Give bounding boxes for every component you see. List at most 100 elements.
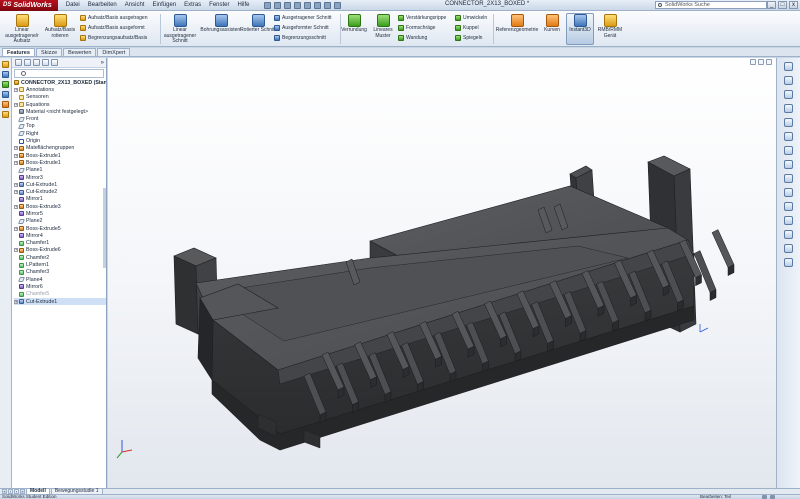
tree-item[interactable]: + Boss-Extrude3 [14, 203, 106, 210]
menu-tools[interactable]: Extras [180, 0, 205, 11]
boss-boundary-button[interactable]: Begrenzungsaufsatz/Basis [80, 34, 147, 42]
reference-geometry-button[interactable]: Referenzgeometrie [494, 14, 540, 34]
tree-item[interactable]: + Boss-Extrude5 [14, 225, 106, 232]
tree-item[interactable]: + Equations [14, 101, 106, 108]
spline-icon[interactable] [784, 202, 793, 211]
tree-item[interactable]: + Boss-Extrude6 [14, 247, 106, 254]
menu-file[interactable]: Datei [62, 0, 84, 11]
mirror-button[interactable]: Spiegeln [455, 34, 482, 42]
lofted-cut-button[interactable]: Ausgeformter Schnitt [274, 24, 329, 32]
circle-icon[interactable] [2, 91, 9, 98]
expand-icon[interactable]: + [14, 204, 18, 209]
tree-scrollbar[interactable] [103, 188, 106, 268]
view-palette-icon[interactable] [784, 118, 793, 127]
expand-icon[interactable]: + [14, 102, 18, 107]
configuration-tab-icon[interactable] [33, 59, 40, 66]
view-orientation-icon[interactable] [766, 59, 772, 65]
menu-view[interactable]: Ansicht [121, 0, 149, 11]
expand-icon[interactable]: + [14, 160, 18, 165]
tree-item[interactable]: + Cut-Extrude1 [14, 297, 106, 306]
select-icon[interactable] [313, 1, 321, 9]
property-manager-tab-icon[interactable] [24, 59, 31, 66]
linear-pattern-button[interactable]: Lineares Muster [366, 14, 400, 39]
tree-item[interactable]: LPattern1 [14, 261, 106, 268]
line-icon[interactable] [2, 71, 9, 78]
tree-filter-input[interactable] [14, 69, 104, 78]
mirror-icon[interactable] [784, 244, 793, 253]
tree-item[interactable]: Front [14, 115, 106, 122]
expand-icon[interactable]: + [14, 190, 18, 195]
tree-item[interactable]: + Annotations [14, 86, 106, 93]
menu-edit[interactable]: Bearbeiten [84, 0, 121, 11]
expand-icon[interactable]: + [14, 153, 18, 158]
boss-swept-button[interactable]: Aufsatz/Basis ausgetragen [80, 14, 147, 22]
expand-icon[interactable]: + [14, 87, 18, 92]
tree-item[interactable]: Mirror3 [14, 174, 106, 181]
tree-item[interactable]: Mirror4 [14, 232, 106, 239]
new-icon[interactable] [263, 1, 271, 9]
tree-item[interactable]: Chamfer5 [14, 291, 106, 298]
boss-loft-button[interactable]: Aufsatz/Basis ausgeformt [80, 24, 145, 32]
curves-button[interactable]: Kurven [537, 14, 567, 34]
menu-window[interactable]: Fenster [205, 0, 233, 11]
design-library-icon[interactable] [784, 76, 793, 85]
connector-model[interactable] [108, 58, 776, 488]
rib-button[interactable]: Verstärkungsrippe [398, 14, 446, 22]
tree-item[interactable]: + Boss-Extrude1 [14, 159, 106, 166]
rectangle-icon[interactable] [2, 81, 9, 88]
tree-item[interactable]: Mirror1 [14, 196, 106, 203]
tree-item[interactable]: Origin [14, 137, 106, 144]
expand-icon[interactable]: + [14, 182, 18, 187]
file-explorer-icon[interactable] [784, 90, 793, 99]
expand-icon[interactable]: + [14, 248, 18, 253]
search-input[interactable]: SolidWorks Suche [655, 1, 767, 9]
zoom-fit-icon[interactable] [750, 59, 756, 65]
resources-icon[interactable] [784, 62, 793, 71]
tab-dimxpert[interactable]: DimXpert [97, 48, 131, 56]
feature-tree-tab-icon[interactable] [15, 59, 22, 66]
spline-icon[interactable] [2, 111, 9, 118]
tree-item[interactable]: + Cut-Extrude1 [14, 181, 106, 188]
minimize-button[interactable]: _ [767, 1, 776, 9]
tree-item[interactable]: Plane4 [14, 276, 106, 283]
tree-item[interactable]: Mirror5 [14, 210, 106, 217]
boss-revolve-button[interactable]: Aufsatz/Basis rotieren [38, 14, 82, 39]
zoom-area-icon[interactable] [758, 59, 764, 65]
restore-button[interactable]: □ [778, 1, 787, 9]
close-button[interactable]: x [789, 1, 798, 9]
expand-icon[interactable]: + [14, 146, 18, 151]
graphics-viewport[interactable] [108, 58, 776, 488]
open-icon[interactable] [273, 1, 281, 9]
solidworks-logo[interactable]: DS SolidWorks [0, 0, 58, 11]
undo-icon[interactable] [303, 1, 311, 9]
help-icon[interactable] [770, 495, 775, 499]
expand-icon[interactable]: + [14, 299, 18, 304]
text-icon[interactable] [784, 230, 793, 239]
tree-item[interactable]: Mirror6 [14, 283, 106, 290]
smart-dimension-icon[interactable] [2, 61, 9, 68]
rebuild-icon[interactable] [323, 1, 331, 9]
custom-properties-icon[interactable] [784, 146, 793, 155]
arc-icon[interactable] [2, 101, 9, 108]
tab-sketch[interactable]: Skizze [35, 48, 63, 56]
menu-insert[interactable]: Einfügen [148, 0, 180, 11]
menu-help[interactable]: Hilfe [234, 0, 254, 11]
shell-button[interactable]: Wandung [398, 34, 427, 42]
tree-item[interactable]: + Boss-Extrude1 [14, 152, 106, 159]
point-icon[interactable] [784, 216, 793, 225]
draft-button[interactable]: Formschräge [398, 24, 435, 32]
print-icon[interactable] [293, 1, 301, 9]
circle-icon[interactable] [784, 174, 793, 183]
tree-item[interactable]: Top [14, 123, 106, 130]
dome-button[interactable]: Kuppel [455, 24, 479, 32]
dimxpert-tab-icon[interactable] [42, 59, 49, 66]
chevron-right-icon[interactable]: » [101, 60, 104, 66]
tree-item[interactable]: + Cut-Extrude2 [14, 188, 106, 195]
search-icon[interactable] [784, 104, 793, 113]
display-manager-tab-icon[interactable] [51, 59, 58, 66]
tree-item[interactable]: Chamfer3 [14, 269, 106, 276]
rmb-tools-button[interactable]: RMB/RMM Gerät [592, 14, 628, 39]
appearances-icon[interactable] [784, 132, 793, 141]
tree-item[interactable]: Material <nicht festgelegt> [14, 108, 106, 115]
tab-evaluate[interactable]: Bewerten [63, 48, 97, 56]
